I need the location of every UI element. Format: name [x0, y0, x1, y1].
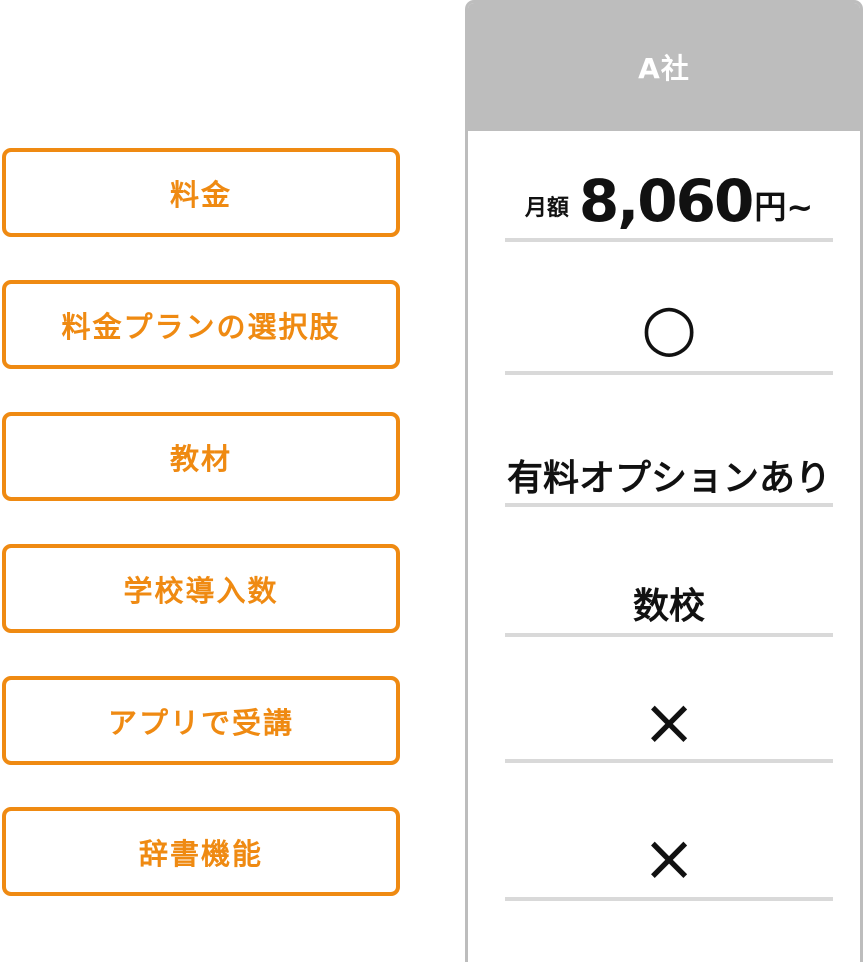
dictionary-cell: ×	[505, 819, 833, 899]
label-app-lessons: アプリで受講	[2, 676, 400, 765]
label-dictionary-text: 辞書機能	[138, 836, 263, 871]
divider-dictionary	[505, 897, 833, 901]
divider-app	[505, 759, 833, 763]
divider-plan-options	[505, 371, 833, 375]
label-dictionary: 辞書機能	[2, 807, 400, 896]
label-plan-options: 料金プランの選択肢	[2, 280, 400, 369]
label-app-lessons-text: アプリで受講	[107, 705, 294, 740]
label-plan-options-text: 料金プランの選択肢	[61, 309, 341, 344]
label-school-adoptions: 学校導入数	[2, 544, 400, 633]
app-cross-icon: ×	[642, 686, 696, 760]
app-cell: ×	[505, 683, 833, 763]
label-price: 料金	[2, 148, 400, 237]
price-amount: 8,060	[578, 167, 754, 235]
plan-options-circle-icon: ○	[641, 291, 697, 365]
materials-cell: 有料オプションあり	[505, 443, 833, 507]
price-prefix: 月額	[524, 196, 569, 221]
label-price-text: 料金	[169, 177, 232, 212]
price-suffix: 円~	[754, 188, 814, 226]
schools-value: 数校	[632, 586, 705, 627]
materials-value: 有料オプションあり	[506, 458, 831, 499]
divider-schools	[505, 633, 833, 637]
company-column: A社 月額 8,060 円~ ○ 有料オプションあり 数校 × ×	[465, 0, 863, 962]
label-materials: 教材	[2, 412, 400, 501]
label-school-adoptions-text: 学校導入数	[123, 573, 279, 608]
price-cell: 月額 8,060 円~	[505, 163, 833, 239]
label-materials-text: 教材	[169, 441, 232, 476]
divider-materials	[505, 503, 833, 507]
divider-price	[505, 238, 833, 242]
dictionary-cross-icon: ×	[642, 822, 696, 896]
plan-options-cell: ○	[505, 288, 833, 368]
schools-cell: 数校	[505, 571, 833, 635]
company-name: A社	[638, 52, 690, 85]
company-header: A社	[468, 3, 860, 131]
